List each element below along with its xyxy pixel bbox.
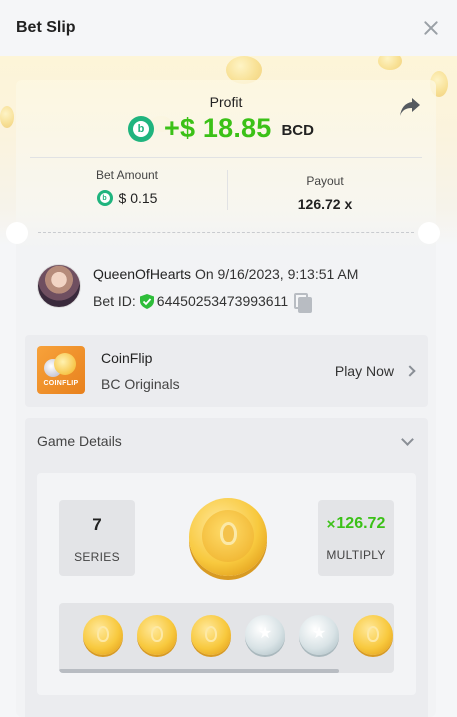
close-icon[interactable]: [421, 18, 441, 38]
verified-shield-icon: [139, 293, 154, 309]
multiply-x-icon: ×: [326, 515, 336, 533]
bet-amount-block: Bet Amount b $ 0.15: [32, 168, 222, 206]
coin-history-strip[interactable]: ★ ★: [59, 603, 394, 673]
silver-coin-icon: ★: [299, 615, 339, 655]
multiply-box: × 126.72 MULTIPLY: [318, 500, 394, 576]
ticket-notch-right: [418, 222, 440, 244]
copy-icon[interactable]: [294, 293, 313, 313]
game-provider: BC Originals: [101, 376, 180, 392]
share-icon[interactable]: [398, 96, 422, 118]
bet-amount-label: Bet Amount: [95, 168, 159, 182]
game-name: CoinFlip: [101, 350, 153, 366]
username[interactable]: QueenOfHearts: [93, 266, 191, 282]
horizontal-scrollbar[interactable]: [59, 669, 339, 673]
gold-coin-icon: [189, 498, 267, 576]
game-details-panel: Game Details 7 SERIES × 126.72 MULTIPLY …: [25, 418, 428, 717]
bc-coin-icon: b: [128, 115, 154, 142]
ticket-notch-left: [6, 222, 28, 244]
profit-row: b +$ 18.85 BCD: [128, 113, 314, 144]
user-row: QueenOfHearts On 9/16/2023, 9:13:51 AM B…: [37, 264, 359, 313]
gold-coin-icon: [191, 615, 231, 655]
payout-label: Payout: [306, 174, 344, 188]
series-label: SERIES: [74, 550, 120, 564]
chevron-down-icon[interactable]: [401, 433, 414, 446]
series-value: 7: [92, 515, 102, 534]
divider: [30, 157, 422, 158]
game-card[interactable]: COINFLIP CoinFlip BC Originals Play Now: [25, 335, 428, 407]
profit-amount: +$ 18.85: [164, 113, 272, 143]
bet-slip-title: Bet Slip: [16, 19, 76, 36]
multiply-label: MULTIPLY: [326, 548, 386, 562]
bet-id-label: Bet ID:: [93, 293, 136, 309]
game-details-title[interactable]: Game Details: [37, 433, 122, 449]
play-now-label: Play Now: [334, 363, 394, 379]
bet-id-value: 64450253473993611: [156, 293, 289, 309]
play-now-button[interactable]: Play Now: [334, 363, 416, 379]
divider: [227, 170, 228, 210]
profit-currency: BCD: [281, 122, 314, 139]
silver-coin-icon: ★: [245, 615, 285, 655]
bc-coin-icon: b: [96, 190, 113, 206]
bet-amount-value: $ 0.15: [118, 190, 158, 206]
game-thumbnail[interactable]: COINFLIP: [37, 346, 85, 394]
series-box: 7 SERIES: [59, 500, 135, 576]
gold-coin-icon: [83, 615, 123, 655]
gold-coin-icon: [353, 615, 393, 655]
chevron-right-icon: [404, 365, 416, 377]
gold-coin-icon: [137, 615, 177, 655]
bet-slip-header: Bet Slip: [0, 0, 457, 56]
payout-block: Payout 126.72 x: [230, 174, 420, 212]
profit-label: Profit: [209, 94, 243, 110]
multiply-value: 126.72: [336, 515, 386, 532]
bet-datetime: On 9/16/2023, 9:13:51 AM: [194, 266, 359, 282]
dashed-divider: [38, 232, 414, 233]
game-details-content: 7 SERIES × 126.72 MULTIPLY ★ ★: [37, 473, 416, 695]
game-thumbnail-label: COINFLIP: [43, 380, 79, 387]
payout-value: 126.72 x: [297, 196, 353, 212]
avatar[interactable]: [37, 264, 81, 308]
